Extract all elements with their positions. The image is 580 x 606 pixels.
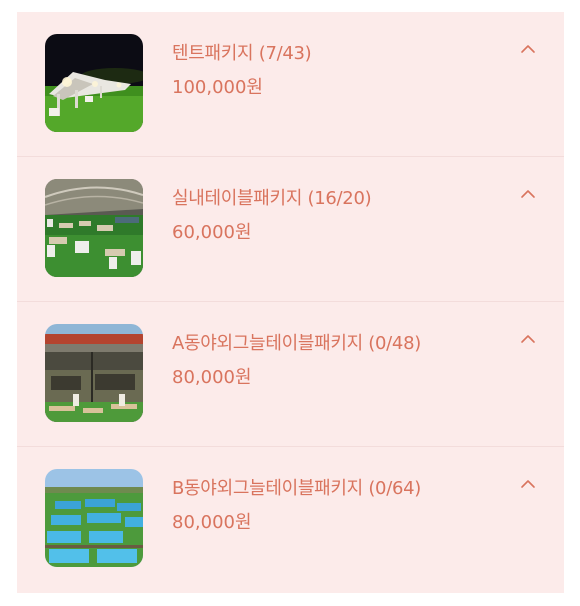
package-item-a-outdoor-shade[interactable]: A동야외그늘테이블패키지 (0/48) 80,000원: [17, 302, 564, 447]
package-title: A동야외그늘테이블패키지 (0/48): [172, 333, 421, 354]
chevron-up-icon[interactable]: [513, 179, 543, 209]
tent-photo-icon: [45, 34, 143, 132]
outdoor-shade-photo-icon: [45, 324, 143, 422]
package-price: 80,000원: [172, 367, 252, 388]
chevron-up-icon[interactable]: [513, 324, 543, 354]
package-title: 실내테이블패키지 (16/20): [172, 188, 372, 209]
package-item-b-outdoor-shade[interactable]: B동야외그늘테이블패키지 (0/64) 80,000원: [17, 447, 564, 592]
chevron-up-icon[interactable]: [513, 469, 543, 499]
a-outdoor-shade-package-thumbnail: [45, 324, 143, 422]
package-title: B동야외그늘테이블패키지 (0/64): [172, 478, 421, 499]
tent-package-thumbnail: [45, 34, 143, 132]
chevron-up-icon[interactable]: [513, 34, 543, 64]
package-item-tent[interactable]: 텐트패키지 (7/43) 100,000원: [17, 12, 564, 157]
indoor-table-package-thumbnail: [45, 179, 143, 277]
package-item-indoor-table[interactable]: 실내테이블패키지 (16/20) 60,000원: [17, 157, 564, 302]
indoor-hall-photo-icon: [45, 179, 143, 277]
package-list: 텐트패키지 (7/43) 100,000원 실내테이블패키지 (16/20) 6…: [17, 12, 564, 593]
aerial-shade-photo-icon: [45, 469, 143, 567]
package-price: 100,000원: [172, 77, 263, 98]
package-price: 60,000원: [172, 222, 252, 243]
package-price: 80,000원: [172, 512, 252, 533]
package-title: 텐트패키지 (7/43): [172, 43, 312, 64]
b-outdoor-shade-package-thumbnail: [45, 469, 143, 567]
